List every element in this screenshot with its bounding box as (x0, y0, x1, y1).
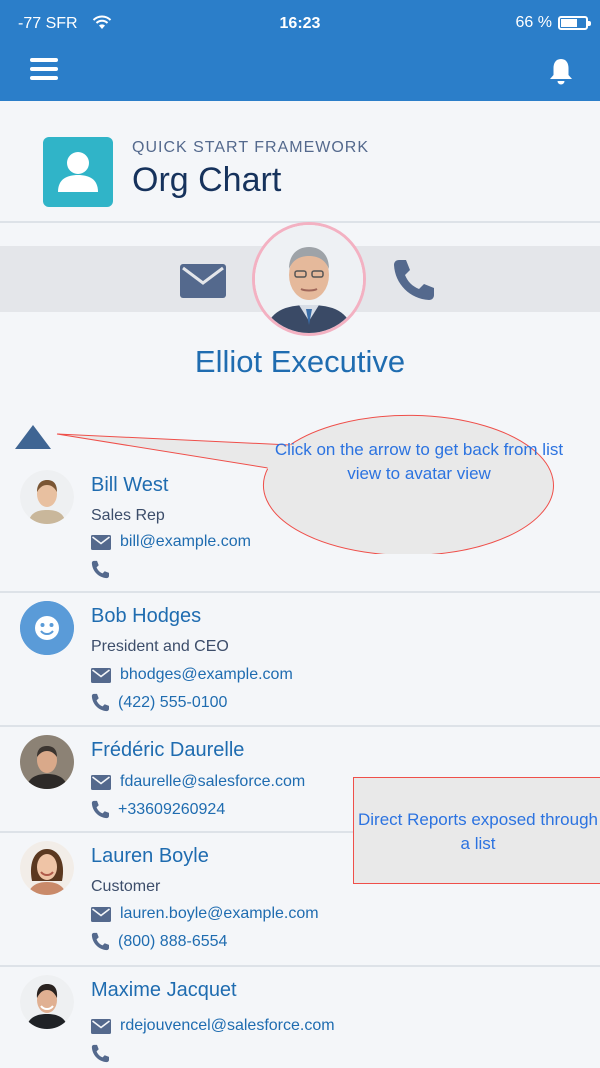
phone-value: +33609260924 (118, 800, 226, 818)
phone-icon (91, 800, 109, 819)
avatar (20, 841, 74, 895)
page-kicker: QUICK START FRAMEWORK (132, 139, 370, 156)
email-value: lauren.boyle@example.com (120, 905, 319, 922)
phone-value: (422) 555-0100 (118, 693, 228, 711)
phone-icon (91, 560, 109, 579)
report-name[interactable]: Bob Hodges (91, 605, 201, 628)
battery-label: 66 % (515, 14, 552, 31)
report-phone[interactable] (91, 560, 118, 579)
report-phone[interactable]: (800) 888-6554 (91, 932, 227, 951)
report-email[interactable]: rdejouvencel@salesforce.com (91, 1017, 335, 1035)
avatar (20, 975, 74, 1029)
report-role: Sales Rep (91, 507, 165, 524)
smiley-avatar-icon (20, 601, 74, 655)
report-name[interactable]: Frédéric Daurelle (91, 739, 244, 762)
email-icon (91, 667, 111, 683)
report-email[interactable]: lauren.boyle@example.com (91, 905, 319, 923)
hero-avatar[interactable] (252, 222, 366, 336)
menu-icon[interactable] (30, 58, 58, 84)
phone-icon (91, 932, 109, 951)
email-icon (91, 1018, 111, 1034)
email-value: fdaurelle@salesforce.com (120, 773, 306, 790)
user-icon (43, 137, 113, 207)
clock: 16:23 (279, 15, 321, 32)
phone-icon (91, 1044, 109, 1063)
report-email[interactable]: fdaurelle@salesforce.com (91, 773, 305, 791)
email-icon[interactable] (180, 264, 226, 298)
phone-value: (800) 888-6554 (118, 932, 228, 950)
annotation-note: Direct Reports exposed through a list (353, 777, 600, 884)
email-icon (91, 534, 111, 550)
report-phone[interactable]: (422) 555-0100 (91, 693, 227, 712)
page-header: QUICK START FRAMEWORK Org Chart (0, 101, 600, 223)
hero-name[interactable]: Elliot Executive (0, 344, 600, 380)
email-value: bill@example.com (120, 533, 251, 550)
report-email[interactable]: bhodges@example.com (91, 666, 293, 684)
status-bar: -77 SFR 16:23 66 % (0, 0, 600, 44)
email-value: bhodges@example.com (120, 666, 293, 683)
report-email[interactable]: bill@example.com (91, 533, 251, 551)
email-icon (91, 774, 111, 790)
battery-status: 66 % (515, 14, 591, 32)
list-item[interactable]: Bob Hodges President and CEO bhodges@exa… (0, 593, 600, 727)
collapse-arrow-icon[interactable] (14, 424, 52, 450)
phone-icon[interactable] (392, 258, 434, 302)
list-item[interactable]: Maxime Jacquet rdejouvencel@salesforce.c… (0, 967, 600, 1068)
email-value: rdejouvencel@salesforce.com (120, 1017, 335, 1034)
email-icon (91, 906, 111, 922)
avatar (20, 470, 74, 524)
phone-icon (91, 693, 109, 712)
battery-icon (558, 16, 591, 30)
direct-reports-list: Bill West Sales Rep bill@example.com Bob… (0, 462, 600, 1068)
annotation-arrow-callout: Click on the arrow to get back from list… (274, 440, 564, 483)
page-title: Org Chart (132, 161, 282, 199)
report-role: Customer (91, 878, 161, 895)
avatar (20, 735, 74, 789)
bell-icon[interactable] (546, 56, 576, 86)
report-name[interactable]: Lauren Boyle (91, 845, 209, 868)
report-role: President and CEO (91, 638, 229, 655)
report-name[interactable]: Bill West (91, 474, 168, 497)
report-phone[interactable] (91, 1044, 118, 1063)
report-name[interactable]: Maxime Jacquet (91, 979, 237, 1002)
report-phone[interactable]: +33609260924 (91, 800, 225, 819)
annotation-list-note: Direct Reports exposed through a list (357, 810, 599, 853)
app-header: -77 SFR 16:23 66 % (0, 0, 600, 101)
